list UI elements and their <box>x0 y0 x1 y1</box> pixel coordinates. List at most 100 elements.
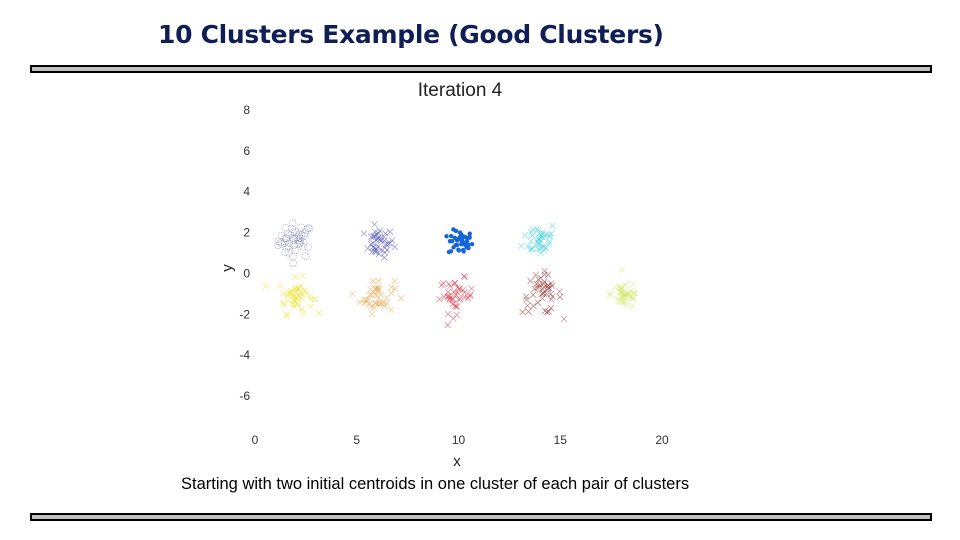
data-point <box>618 266 626 273</box>
x-tick-labels: 0 5 10 15 20 <box>252 433 669 447</box>
data-point <box>456 248 462 253</box>
data-point <box>560 315 568 323</box>
data-point <box>298 305 306 313</box>
y-tick-label: 0 <box>243 266 250 280</box>
data-point <box>360 230 368 237</box>
y-tick-label: -6 <box>239 389 250 403</box>
data-point <box>451 302 459 309</box>
data-point <box>375 277 382 285</box>
data-point <box>629 281 636 288</box>
data-point <box>519 308 526 316</box>
y-tick-label: -2 <box>239 307 250 321</box>
data-point <box>315 309 323 317</box>
chart-title: Iteration 4 <box>418 80 503 101</box>
data-point <box>521 232 529 239</box>
data-point <box>467 291 474 298</box>
data-point <box>288 252 297 261</box>
data-point <box>300 310 307 317</box>
data-point <box>518 242 525 250</box>
data-point <box>549 293 556 300</box>
data-point <box>529 244 536 252</box>
data-point <box>448 249 454 254</box>
data-point <box>301 252 310 260</box>
series-cluster-8 <box>519 267 568 323</box>
data-point <box>628 302 636 310</box>
data-point <box>445 280 452 288</box>
y-tick-label: -4 <box>239 348 250 362</box>
data-point <box>556 293 564 301</box>
x-tick-label: 10 <box>452 433 466 447</box>
data-point <box>460 247 466 253</box>
data-point <box>297 283 304 290</box>
data-point <box>381 249 389 256</box>
data-point <box>466 292 474 300</box>
data-point <box>458 232 464 237</box>
data-point <box>530 302 537 310</box>
data-point <box>288 219 297 228</box>
data-point <box>461 273 468 281</box>
data-point <box>524 243 532 250</box>
data-point <box>468 285 475 292</box>
y-tick-label: 8 <box>243 103 250 117</box>
data-point <box>541 307 549 315</box>
bottom-divider <box>30 513 932 521</box>
data-point <box>445 310 452 318</box>
data-point <box>453 242 458 248</box>
data-points <box>262 219 638 329</box>
data-point <box>460 272 468 280</box>
series-cluster-6 <box>349 277 405 318</box>
data-point <box>386 228 394 235</box>
data-point <box>382 230 389 237</box>
data-point <box>307 303 314 311</box>
data-point <box>279 299 286 306</box>
slide-caption: Starting with two initial centroids in o… <box>181 475 690 493</box>
data-point <box>370 304 377 312</box>
data-point <box>371 221 378 228</box>
data-point <box>556 288 563 295</box>
data-point <box>274 241 282 250</box>
data-point <box>548 282 556 290</box>
series-cluster-7 <box>436 272 475 329</box>
data-point <box>525 308 532 315</box>
data-point <box>449 238 455 244</box>
series-cluster-3 <box>444 227 475 255</box>
y-tick-labels: 8 6 4 2 0 -2 -4 -6 <box>239 103 250 403</box>
data-point <box>527 237 535 245</box>
data-point <box>448 233 454 239</box>
data-point <box>527 277 534 285</box>
x-tick-label: 20 <box>655 433 669 447</box>
data-point <box>284 230 292 238</box>
data-point <box>356 298 363 306</box>
data-point <box>291 273 299 280</box>
y-tick-label: 2 <box>243 226 250 240</box>
data-point <box>449 315 457 322</box>
data-point <box>530 291 537 298</box>
data-point <box>391 243 398 251</box>
data-point <box>464 245 469 250</box>
data-point <box>523 296 530 304</box>
data-point <box>299 272 306 280</box>
x-tick-label: 5 <box>353 433 360 447</box>
series-cluster-5 <box>262 272 323 319</box>
data-point <box>397 295 405 302</box>
y-tick-label: 4 <box>243 185 250 199</box>
data-point <box>451 227 456 232</box>
scatter-chart: Iteration 4 x y 0 5 10 15 20 86420-2-4-6 <box>219 80 669 470</box>
data-point <box>522 293 530 300</box>
data-point <box>549 222 556 230</box>
y-axis-label: y <box>219 264 236 272</box>
data-point <box>544 271 552 278</box>
data-point <box>454 238 460 243</box>
data-point <box>274 237 283 246</box>
y-tick-label: 6 <box>243 144 250 158</box>
data-point <box>528 232 536 239</box>
series-cluster-9 <box>606 266 638 310</box>
data-point <box>277 231 286 240</box>
series-cluster-4 <box>518 222 556 257</box>
data-point <box>606 291 614 298</box>
data-point <box>469 241 475 247</box>
data-point <box>438 281 445 289</box>
x-axis-label: x <box>453 453 461 470</box>
data-point <box>370 277 377 285</box>
data-point <box>381 303 388 310</box>
